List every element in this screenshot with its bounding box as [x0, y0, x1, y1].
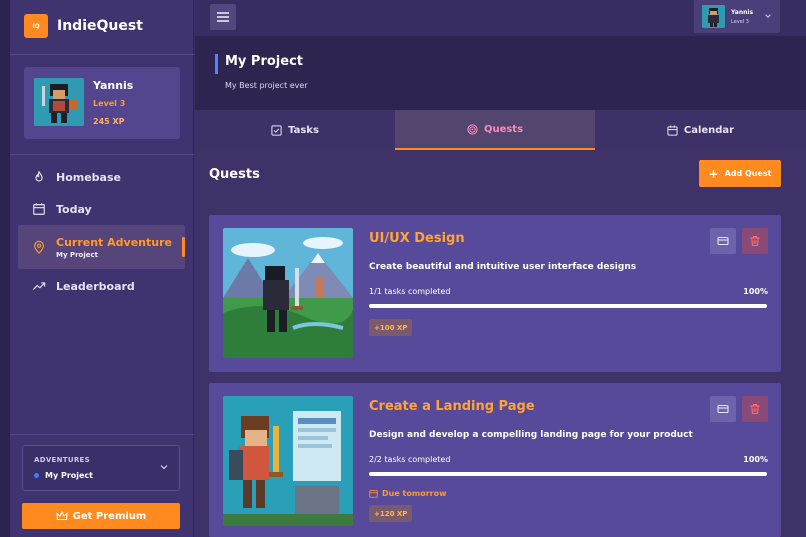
- quests-panel: Quests + Add Quest UI/UX Design Create b…: [195, 150, 806, 537]
- sidebar-item-label: Today: [56, 202, 92, 216]
- title-accent-bar: [215, 54, 218, 74]
- xp-badge: +120 XP: [369, 505, 413, 522]
- quest-percent: 100%: [743, 287, 768, 296]
- sidebar-item-current-adventure[interactable]: Current Adventure My Project: [18, 225, 185, 269]
- avatar: [702, 5, 725, 28]
- adventure-dot: [34, 473, 39, 478]
- user-name: Yannis: [731, 9, 754, 16]
- tab-tasks[interactable]: Tasks: [195, 110, 395, 150]
- chevron-down-icon: [160, 465, 168, 470]
- due-date-label: Due tomorrow: [382, 489, 447, 498]
- tab-quests[interactable]: Quests: [395, 110, 595, 150]
- card-icon: [717, 236, 729, 246]
- sidebar-item-sublabel: My Project: [56, 250, 98, 259]
- sidebar-item-homebase[interactable]: Homebase: [18, 162, 185, 192]
- user-menu[interactable]: Yannis Level 3: [694, 0, 780, 33]
- xp-badge: +100 XP: [369, 319, 413, 336]
- quest-task-count: 1/1 tasks completed: [369, 287, 451, 296]
- edit-quest-button[interactable]: [710, 396, 736, 422]
- tab-label: Quests: [483, 123, 524, 135]
- trash-icon: [750, 235, 760, 247]
- sidebar-divider: [10, 434, 194, 435]
- location-pin-icon: [34, 240, 44, 254]
- get-premium-button[interactable]: Get Premium: [22, 503, 180, 529]
- sidebar-item-label: Leaderboard: [56, 279, 135, 293]
- plus-icon: +: [708, 166, 719, 181]
- sidebar-item-label: Homebase: [56, 170, 121, 184]
- calendar-icon: [369, 490, 378, 498]
- profile-name: Yannis: [93, 79, 134, 92]
- menu-toggle-button[interactable]: [210, 4, 236, 30]
- sidebar-divider: [10, 154, 194, 155]
- tab-bar: Tasks Quests Calendar: [195, 110, 806, 150]
- sidebar: IQ IndieQuest Yannis Level 3 245 XP Home…: [10, 0, 194, 537]
- adventure-selector[interactable]: ADVENTURES My Project: [22, 445, 180, 491]
- get-premium-label: Get Premium: [72, 510, 147, 522]
- adventure-selected-label: My Project: [45, 471, 93, 480]
- brand[interactable]: IQ IndieQuest: [24, 14, 143, 38]
- calendar-icon: [667, 124, 678, 136]
- add-quest-label: Add Quest: [724, 169, 772, 178]
- profile-card[interactable]: Yannis Level 3 245 XP: [24, 67, 180, 139]
- quest-description: Design and develop a compelling landing …: [369, 430, 693, 440]
- card-icon: [717, 404, 729, 414]
- hamburger-icon: [217, 12, 229, 22]
- adventure-selector-title: ADVENTURES: [34, 456, 90, 464]
- quest-image: [223, 396, 353, 526]
- tab-label: Tasks: [288, 124, 319, 136]
- quest-progress-bar: [369, 472, 767, 476]
- sidebar-item-today[interactable]: Today: [18, 194, 185, 224]
- due-date: Due tomorrow: [369, 489, 446, 498]
- add-quest-button[interactable]: + Add Quest: [699, 160, 781, 187]
- adventure-selector-value: My Project: [34, 471, 93, 480]
- top-bar: Yannis Level 3: [195, 0, 806, 37]
- quest-card[interactable]: UI/UX Design Create beautiful and intuit…: [209, 215, 781, 372]
- chevron-down-icon: [765, 14, 771, 18]
- page-title: My Project: [225, 54, 303, 69]
- quest-title: Create a Landing Page: [369, 399, 535, 414]
- quest-title: UI/UX Design: [369, 231, 465, 246]
- quest-description: Create beautiful and intuitive user inte…: [369, 262, 637, 272]
- quest-image: [223, 228, 353, 358]
- crown-icon: [55, 510, 68, 521]
- edit-quest-button[interactable]: [710, 228, 736, 254]
- brand-name: IndieQuest: [57, 18, 143, 34]
- quest-task-count: 2/2 tasks completed: [369, 455, 451, 464]
- brand-logo: IQ: [24, 14, 48, 38]
- section-title: Quests: [209, 167, 260, 182]
- quest-card[interactable]: Create a Landing Page Design and develop…: [209, 383, 781, 537]
- user-level: Level 3: [731, 19, 749, 25]
- quest-percent: 100%: [743, 455, 768, 464]
- page-subtitle: My Best project ever: [225, 81, 308, 90]
- quest-progress-fill: [369, 472, 767, 476]
- window-frame: [0, 0, 10, 537]
- sidebar-divider: [10, 54, 194, 55]
- trending-up-icon: [32, 282, 46, 290]
- quest-progress-fill: [369, 304, 767, 308]
- project-header: My Project My Best project ever: [195, 37, 806, 110]
- delete-quest-button[interactable]: [742, 396, 768, 422]
- delete-quest-button[interactable]: [742, 228, 768, 254]
- sidebar-item-label: Current Adventure: [56, 235, 172, 249]
- tab-calendar[interactable]: Calendar: [595, 110, 806, 150]
- calendar-icon: [33, 203, 45, 215]
- trash-icon: [750, 403, 760, 415]
- profile-xp: 245 XP: [93, 117, 125, 126]
- sidebar-item-leaderboard[interactable]: Leaderboard: [18, 271, 185, 301]
- checkbox-icon: [271, 124, 282, 136]
- profile-level: Level 3: [93, 99, 126, 108]
- quest-progress-bar: [369, 304, 767, 308]
- target-icon: [467, 123, 478, 135]
- tab-label: Calendar: [683, 124, 735, 136]
- avatar: [34, 78, 84, 126]
- flame-icon: [35, 171, 43, 182]
